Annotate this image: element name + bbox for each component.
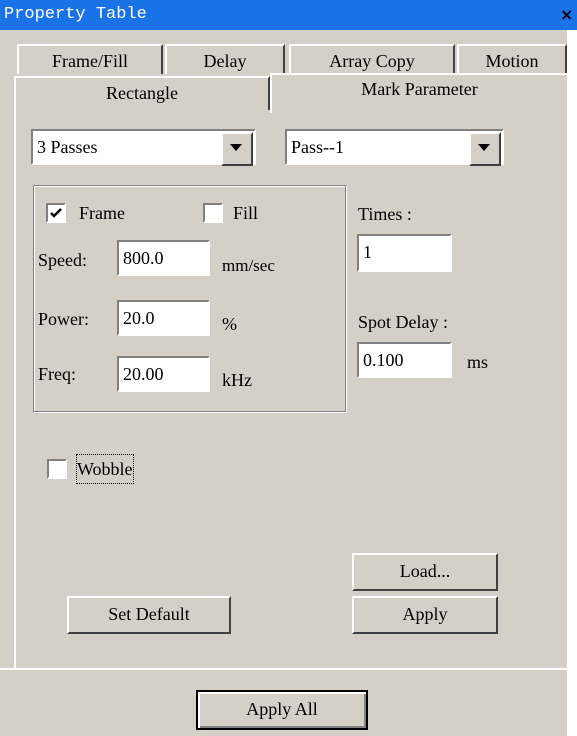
fill-checkbox[interactable] <box>203 203 223 223</box>
passes-select[interactable]: 3 Passes <box>31 129 256 166</box>
window-title: Property Table <box>4 5 147 24</box>
tab-motion[interactable]: Motion <box>457 44 567 74</box>
frame-checkbox[interactable] <box>46 203 66 223</box>
fill-label: Fill <box>233 203 259 223</box>
power-label: Power: <box>38 309 89 329</box>
passes-dropdown-button[interactable] <box>221 132 253 166</box>
speed-input[interactable]: 800.0 <box>117 240 210 276</box>
freq-input[interactable]: 20.00 <box>117 356 210 392</box>
freq-label: Freq: <box>38 364 76 384</box>
set-default-button[interactable]: Set Default <box>67 596 231 634</box>
power-input[interactable]: 20.0 <box>117 300 210 336</box>
load-button[interactable]: Load... <box>352 553 498 591</box>
wobble-checkbox[interactable] <box>47 459 67 479</box>
spot-delay-input[interactable]: 0.100 <box>357 342 452 378</box>
bottom-separator <box>0 668 567 670</box>
close-icon[interactable]: × <box>560 3 577 27</box>
power-unit: % <box>222 314 237 334</box>
pass-select-value: Pass--1 <box>291 137 344 157</box>
apply-all-button[interactable]: Apply All <box>196 690 368 730</box>
tab-rectangle[interactable]: Rectangle <box>14 76 270 110</box>
times-label: Times : <box>358 204 412 224</box>
passes-select-value: 3 Passes <box>37 137 98 157</box>
speed-label: Speed: <box>38 250 87 270</box>
speed-unit: mm/sec <box>222 256 275 275</box>
chevron-down-icon <box>478 144 490 151</box>
apply-button[interactable]: Apply <box>352 596 498 634</box>
pass-select[interactable]: Pass--1 <box>285 129 504 166</box>
spot-delay-label: Spot Delay : <box>358 312 448 332</box>
spot-delay-unit: ms <box>467 352 489 372</box>
checkmark-icon <box>50 208 62 218</box>
wobble-label[interactable]: Wobble <box>76 454 134 484</box>
pass-dropdown-button[interactable] <box>469 132 501 166</box>
tab-array-copy[interactable]: Array Copy <box>289 44 455 74</box>
freq-unit: kHz <box>222 370 252 390</box>
tab-mark-parameter[interactable]: Mark Parameter <box>270 73 567 113</box>
tab-delay[interactable]: Delay <box>165 44 285 74</box>
tab-frame-fill[interactable]: Frame/Fill <box>17 44 163 74</box>
frame-label: Frame <box>79 203 125 223</box>
times-input[interactable]: 1 <box>357 234 452 272</box>
chevron-down-icon <box>230 144 242 151</box>
